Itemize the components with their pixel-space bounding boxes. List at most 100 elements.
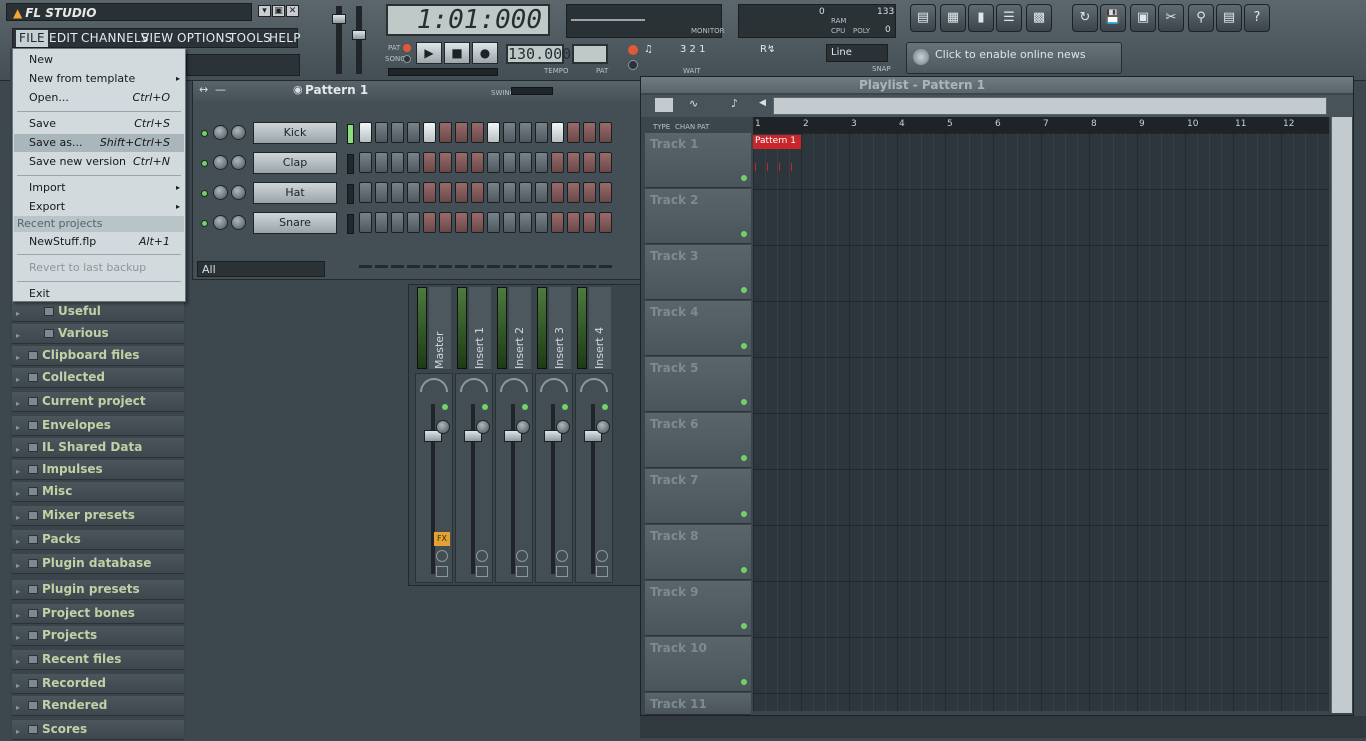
step-button[interactable] bbox=[551, 212, 564, 233]
file-menu-item[interactable]: Save Ctrl+S bbox=[14, 115, 184, 133]
file-menu-item[interactable]: Export ▸ bbox=[14, 198, 184, 216]
stereo-separation-icon[interactable] bbox=[460, 378, 488, 392]
file-menu-item[interactable]: New bbox=[14, 51, 184, 69]
channel-pan-knob[interactable] bbox=[213, 215, 228, 230]
step-button[interactable] bbox=[503, 212, 516, 233]
track-mute-led[interactable] bbox=[741, 343, 747, 349]
step-button[interactable] bbox=[375, 152, 388, 173]
step-button[interactable] bbox=[455, 212, 468, 233]
record-arm-icon[interactable] bbox=[476, 550, 488, 562]
expand-arrow-icon[interactable]: ▸ bbox=[16, 698, 20, 717]
expand-arrow-icon[interactable]: ▸ bbox=[16, 582, 20, 601]
stereo-separation-icon[interactable] bbox=[420, 378, 448, 392]
step-button[interactable] bbox=[535, 212, 548, 233]
browser-item[interactable]: ▸ Misc bbox=[12, 482, 184, 502]
channel-pan-knob[interactable] bbox=[213, 155, 228, 170]
channel-mute-led[interactable] bbox=[201, 220, 208, 227]
pattern-clip[interactable]: Pattern 1 bbox=[753, 135, 801, 149]
mixer-enable-led[interactable] bbox=[482, 404, 488, 410]
browser-item[interactable]: ▸ IL Shared Data bbox=[12, 438, 184, 458]
disk-icon[interactable] bbox=[556, 566, 568, 577]
expand-arrow-icon[interactable]: ▸ bbox=[16, 532, 20, 551]
browser-item[interactable]: ▸ Useful bbox=[12, 302, 184, 322]
stop-button[interactable]: ■ bbox=[444, 42, 470, 64]
expand-arrow-icon[interactable]: ▸ bbox=[16, 676, 20, 695]
step-button[interactable] bbox=[567, 212, 580, 233]
automation-icon[interactable]: ∿ bbox=[689, 97, 698, 110]
step-button[interactable] bbox=[407, 182, 420, 203]
mixer-pan-knob[interactable] bbox=[476, 420, 490, 434]
expand-arrow-icon[interactable]: ▸ bbox=[16, 628, 20, 647]
playlist-track-header[interactable]: Track 11 bbox=[645, 693, 751, 715]
step-button[interactable] bbox=[519, 152, 532, 173]
playlist-track-header[interactable]: Track 1 bbox=[645, 133, 751, 188]
step-button[interactable] bbox=[583, 152, 596, 173]
file-menu-item[interactable]: Import ▸ bbox=[14, 179, 184, 197]
pattern-arrow-icon[interactable]: ◉ bbox=[293, 83, 303, 96]
step-button[interactable] bbox=[567, 182, 580, 203]
menu-edit[interactable]: EDIT bbox=[49, 31, 78, 45]
help-button[interactable]: ? bbox=[1244, 4, 1270, 32]
step-button[interactable] bbox=[359, 182, 372, 203]
channel-filter-select[interactable]: All bbox=[197, 261, 325, 277]
step-button[interactable] bbox=[423, 152, 436, 173]
browser-item[interactable]: ▸ Scores bbox=[12, 720, 184, 740]
file-menu-item[interactable]: Revert to last backup bbox=[14, 259, 184, 277]
expand-arrow-icon[interactable]: ▸ bbox=[16, 606, 20, 625]
channel-volume-knob[interactable] bbox=[231, 185, 246, 200]
browser-item[interactable]: ▸ Collected bbox=[12, 368, 184, 388]
expand-arrow-icon[interactable]: ▸ bbox=[16, 440, 20, 459]
playlist-track-header[interactable]: Track 6 bbox=[645, 413, 751, 468]
browser-item[interactable]: ▸ Recent files bbox=[12, 650, 184, 670]
record-arm-icon[interactable] bbox=[596, 550, 608, 562]
step-button[interactable] bbox=[535, 152, 548, 173]
file-menu-item[interactable]: New from template ▸ bbox=[14, 70, 184, 88]
menu-channels[interactable]: CHANNELS bbox=[81, 31, 149, 45]
menu-file[interactable]: FILE bbox=[16, 30, 48, 47]
mixer-pan-knob[interactable] bbox=[596, 420, 610, 434]
channel-volume-knob[interactable] bbox=[231, 215, 246, 230]
disk-icon[interactable] bbox=[596, 566, 608, 577]
swing-slider[interactable] bbox=[511, 87, 553, 95]
browser-item[interactable]: ▸ Plugin presets bbox=[12, 580, 184, 600]
step-button[interactable] bbox=[359, 122, 372, 143]
step-button[interactable] bbox=[375, 182, 388, 203]
track-mute-led[interactable] bbox=[741, 399, 747, 405]
online-news-panel[interactable]: Click to enable online news bbox=[906, 42, 1122, 74]
channel-select-indicator[interactable] bbox=[347, 184, 354, 204]
snap-select[interactable]: Line bbox=[826, 44, 888, 62]
disk-icon[interactable] bbox=[516, 566, 528, 577]
step-button[interactable] bbox=[407, 152, 420, 173]
browser-item[interactable]: ▸ Projects bbox=[12, 626, 184, 646]
project-info-button[interactable]: ▤ bbox=[1216, 4, 1242, 32]
disk-icon[interactable] bbox=[476, 566, 488, 577]
pattern-number-display[interactable] bbox=[572, 44, 608, 64]
step-button[interactable] bbox=[583, 122, 596, 143]
restore-button[interactable]: ▣ bbox=[272, 5, 285, 17]
step-button[interactable] bbox=[439, 212, 452, 233]
step-button[interactable] bbox=[503, 182, 516, 203]
playlist-track-header[interactable]: Track 8 bbox=[645, 525, 751, 580]
expand-arrow-icon[interactable]: ▸ bbox=[16, 652, 20, 671]
mixer-pan-knob[interactable] bbox=[556, 420, 570, 434]
channel-name-button[interactable]: Snare bbox=[253, 212, 337, 234]
step-button[interactable] bbox=[455, 122, 468, 143]
browser-item[interactable]: ▸ Rendered bbox=[12, 696, 184, 716]
resize-icon[interactable]: ↔ bbox=[199, 83, 208, 96]
pattern-selector[interactable]: Pattern 1 bbox=[305, 83, 368, 97]
song-position-slider[interactable] bbox=[388, 68, 498, 76]
expand-arrow-icon[interactable]: ▸ bbox=[16, 394, 20, 413]
playlist-horizontal-scrollbar[interactable] bbox=[773, 97, 1327, 115]
browser-item[interactable]: ▸ Clipboard files bbox=[12, 346, 184, 366]
countdown-icon[interactable]: 3 2 1 bbox=[680, 44, 705, 55]
step-button[interactable] bbox=[407, 212, 420, 233]
step-button[interactable] bbox=[599, 122, 612, 143]
channel-select-indicator[interactable] bbox=[347, 124, 354, 144]
minimize-button[interactable]: ▾ bbox=[258, 5, 271, 17]
step-button[interactable] bbox=[391, 182, 404, 203]
step-button[interactable] bbox=[535, 182, 548, 203]
file-menu-item[interactable]: Exit bbox=[14, 285, 184, 303]
playlist-window-button[interactable]: ▤ bbox=[910, 4, 936, 32]
expand-arrow-icon[interactable]: ▸ bbox=[16, 370, 20, 389]
close-button[interactable]: ✕ bbox=[286, 5, 299, 17]
